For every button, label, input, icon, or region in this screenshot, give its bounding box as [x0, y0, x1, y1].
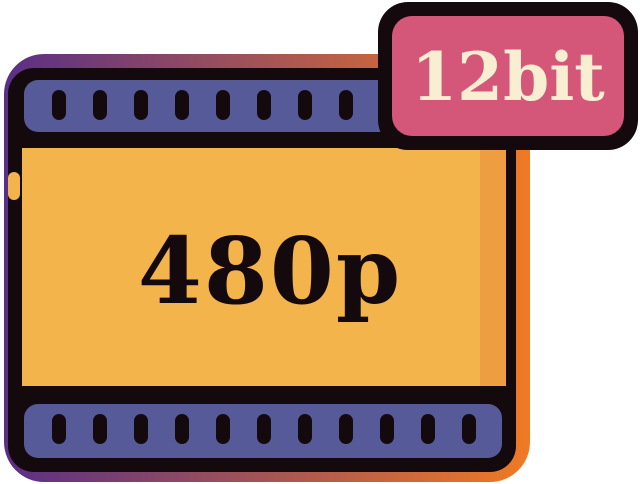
- perforation-hole: [216, 414, 230, 444]
- resolution-label: 480p: [138, 217, 402, 325]
- bitdepth-label: 12bit: [411, 38, 605, 116]
- perforation-hole: [257, 414, 271, 444]
- perforation-hole: [175, 414, 189, 444]
- perforation-hole: [257, 90, 271, 120]
- frame-shade-edge: [480, 148, 506, 386]
- bottom-separator-line-right: [420, 386, 508, 398]
- perforation-hole: [175, 90, 189, 120]
- perforation-hole: [134, 90, 148, 120]
- perforation-hole: [339, 414, 353, 444]
- left-edge-gap: [8, 172, 20, 200]
- perforation-hole: [93, 90, 107, 120]
- perforation-hole: [421, 414, 435, 444]
- bitdepth-badge: 12bit: [378, 2, 638, 150]
- bottom-separator-line-left: [14, 386, 394, 398]
- perforation-hole: [134, 414, 148, 444]
- perforation-hole: [216, 90, 230, 120]
- film-frame-icon: 480p 12bit: [0, 0, 640, 484]
- perforation-hole: [339, 90, 353, 120]
- perforation-hole: [52, 414, 66, 444]
- perforation-hole: [462, 414, 476, 444]
- perforation-hole: [298, 90, 312, 120]
- perforation-hole: [52, 90, 66, 120]
- perforation-hole: [298, 414, 312, 444]
- perforation-hole: [93, 414, 107, 444]
- perforation-hole: [380, 414, 394, 444]
